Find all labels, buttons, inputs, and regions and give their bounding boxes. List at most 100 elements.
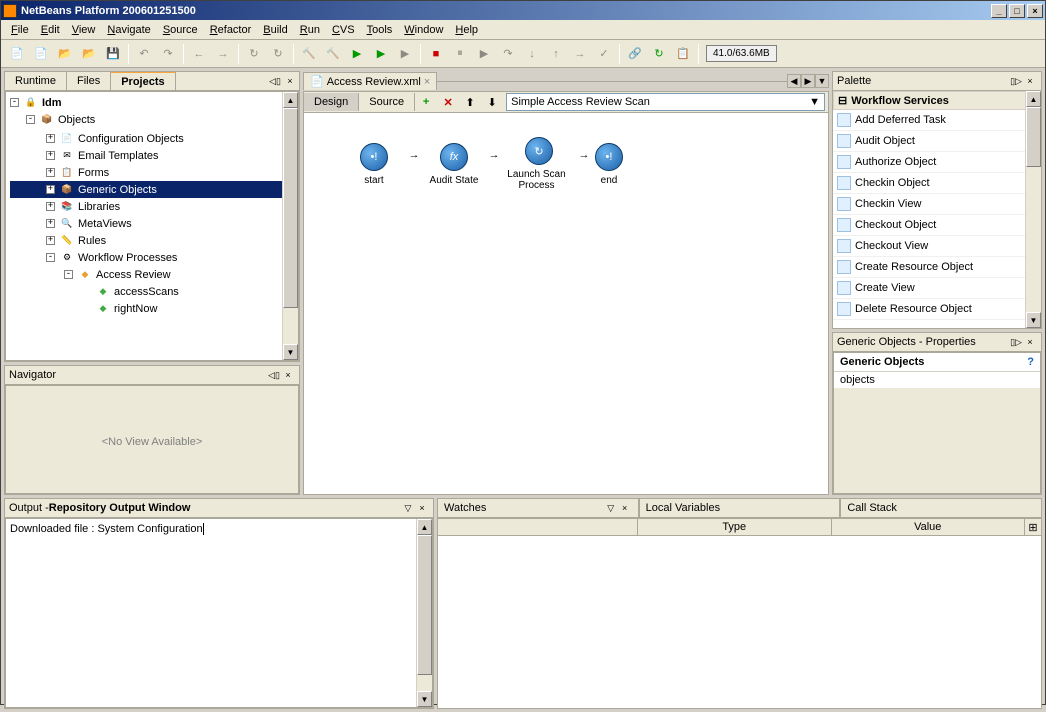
palette-item[interactable]: Create View xyxy=(833,278,1041,299)
download-icon[interactable]: ⬇ xyxy=(482,93,502,111)
palette-scrollbar[interactable]: ▲▼ xyxy=(1025,91,1041,328)
close-palette-icon[interactable]: × xyxy=(1023,74,1037,88)
menu-refactor[interactable]: Refactor xyxy=(204,22,258,38)
forward-icon[interactable]: → xyxy=(212,43,234,65)
workflow-node[interactable]: fxAudit State xyxy=(424,143,484,186)
tab-projects[interactable]: Projects xyxy=(111,71,175,90)
step-over-icon[interactable]: ↷ xyxy=(497,43,519,65)
tab-runtime[interactable]: Runtime xyxy=(5,72,67,90)
apply-icon[interactable]: ✓ xyxy=(593,43,615,65)
tab-watches[interactable]: Watches ▽ × xyxy=(437,498,639,518)
palette-item[interactable]: Audit Object xyxy=(833,131,1041,152)
tree-item-selected[interactable]: +📦Generic Objects xyxy=(10,181,294,198)
palette-item[interactable]: Checkin Object xyxy=(833,173,1041,194)
add-icon[interactable]: + xyxy=(416,93,436,111)
close-properties-icon[interactable]: × xyxy=(1023,335,1037,349)
undo-icon[interactable]: ↶ xyxy=(133,43,155,65)
tree-item[interactable]: +🔍MetaViews xyxy=(10,215,294,232)
editor-tab[interactable]: 📄 Access Review.xml × xyxy=(303,72,437,90)
debug-config-icon[interactable]: ⊞ xyxy=(1025,519,1041,535)
new-file-icon[interactable]: 📄 xyxy=(6,43,28,65)
minimize-properties-icon[interactable]: ▯▷ xyxy=(1009,335,1023,349)
cycle-icon[interactable]: ↻ xyxy=(243,43,265,65)
minimize-navigator-icon[interactable]: ◁▯ xyxy=(267,368,281,382)
menu-navigate[interactable]: Navigate xyxy=(101,22,156,38)
source-view-button[interactable]: Source xyxy=(359,93,415,111)
workflow-node-start[interactable]: •!start xyxy=(344,143,404,186)
menu-view[interactable]: View xyxy=(66,22,102,38)
editor-nav-left-icon[interactable]: ◀ xyxy=(787,74,801,88)
tree-leaf[interactable]: ◆accessScans xyxy=(10,283,294,300)
tab-call-stack[interactable]: Call Stack xyxy=(840,498,1042,518)
tree-item[interactable]: +✉Email Templates xyxy=(10,147,294,164)
tree-objects[interactable]: -📦Objects xyxy=(8,111,296,128)
tree-access-review[interactable]: -◆Access Review xyxy=(10,266,294,283)
tab-files[interactable]: Files xyxy=(67,72,111,90)
help-icon[interactable]: ? xyxy=(1027,356,1034,368)
close-tab-icon[interactable]: × xyxy=(424,76,430,88)
debug-col-type[interactable]: Type xyxy=(638,519,832,535)
redo-icon[interactable]: ↷ xyxy=(157,43,179,65)
build-icon[interactable]: 🔨 xyxy=(298,43,320,65)
workflow-node-end[interactable]: •!end xyxy=(594,143,624,186)
palette-item[interactable]: Checkin View xyxy=(833,194,1041,215)
minimize-panel-icon[interactable]: ◁▯ xyxy=(268,74,282,88)
tree-item[interactable]: +📏Rules xyxy=(10,232,294,249)
debug-body[interactable]: Type Value ⊞ xyxy=(437,518,1042,709)
tab-local-variables[interactable]: Local Variables xyxy=(639,498,841,518)
palette-item[interactable]: Add Deferred Task xyxy=(833,110,1041,131)
tree-leaf[interactable]: ◆rightNow xyxy=(10,300,294,317)
palette-category[interactable]: ⊟Workflow Services xyxy=(833,91,1041,110)
tree-scrollbar[interactable]: ▲▼ xyxy=(282,92,298,360)
delete-icon[interactable]: ✕ xyxy=(438,93,458,111)
new-project-icon[interactable]: 📄 xyxy=(30,43,52,65)
menu-cvs[interactable]: CVS xyxy=(326,22,361,38)
minimize-watches-icon[interactable]: ▽ xyxy=(604,501,618,515)
maximize-button[interactable]: □ xyxy=(1009,4,1025,18)
project-tree[interactable]: -🔒Idm -📦Objects +📄Configuration Objects … xyxy=(5,91,299,361)
clean-icon[interactable]: 🔨 xyxy=(322,43,344,65)
memory-indicator[interactable]: 41.0/63.6MB xyxy=(706,45,777,62)
menu-file[interactable]: File xyxy=(5,22,35,38)
debug-icon[interactable]: ▶ xyxy=(370,43,392,65)
pause-icon[interactable]: ⏸ xyxy=(449,43,471,65)
minimize-output-icon[interactable]: ▽ xyxy=(401,501,415,515)
tree-item[interactable]: +📄Configuration Objects xyxy=(10,130,294,147)
menu-edit[interactable]: Edit xyxy=(35,22,66,38)
stop-icon[interactable]: ■ xyxy=(425,43,447,65)
step-into-icon[interactable]: ↓ xyxy=(521,43,543,65)
menu-run[interactable]: Run xyxy=(294,22,326,38)
close-output-icon[interactable]: × xyxy=(415,501,429,515)
tree-workflow[interactable]: -⚙Workflow Processes xyxy=(10,249,294,266)
close-button[interactable]: × xyxy=(1027,4,1043,18)
tree-root[interactable]: -🔒Idm xyxy=(8,94,296,111)
minimize-button[interactable]: _ xyxy=(991,4,1007,18)
workflow-canvas[interactable]: •!start → fxAudit State → ↻Launch Scan P… xyxy=(303,113,829,495)
workflow-node[interactable]: ↻Launch Scan Process xyxy=(504,137,574,191)
close-panel-icon[interactable]: × xyxy=(283,74,297,88)
run-to-icon[interactable]: → xyxy=(569,43,591,65)
palette-item[interactable]: Delete Resource Object xyxy=(833,299,1041,320)
debug-col-name[interactable] xyxy=(438,519,638,535)
menu-help[interactable]: Help xyxy=(449,22,484,38)
cycle2-icon[interactable]: ↻ xyxy=(267,43,289,65)
open-project-icon[interactable]: 📂 xyxy=(78,43,100,65)
extra1-icon[interactable]: 🔗 xyxy=(624,43,646,65)
tree-item[interactable]: +📋Forms xyxy=(10,164,294,181)
attach-icon[interactable]: ▶ xyxy=(394,43,416,65)
tree-item[interactable]: +📚Libraries xyxy=(10,198,294,215)
output-scrollbar[interactable]: ▲▼ xyxy=(416,519,432,707)
close-navigator-icon[interactable]: × xyxy=(281,368,295,382)
design-view-button[interactable]: Design xyxy=(304,93,359,111)
menu-tools[interactable]: Tools xyxy=(361,22,399,38)
back-icon[interactable]: ← xyxy=(188,43,210,65)
run-icon[interactable]: ▶ xyxy=(346,43,368,65)
palette-item[interactable]: Checkout Object xyxy=(833,215,1041,236)
menu-build[interactable]: Build xyxy=(257,22,293,38)
menu-source[interactable]: Source xyxy=(157,22,204,38)
output-body[interactable]: Downloaded file : System Configuration ▲… xyxy=(5,518,433,708)
palette-item[interactable]: Create Resource Object xyxy=(833,257,1041,278)
step-out-icon[interactable]: ↑ xyxy=(545,43,567,65)
upload-icon[interactable]: ⬆ xyxy=(460,93,480,111)
debug-col-value[interactable]: Value xyxy=(832,519,1026,535)
